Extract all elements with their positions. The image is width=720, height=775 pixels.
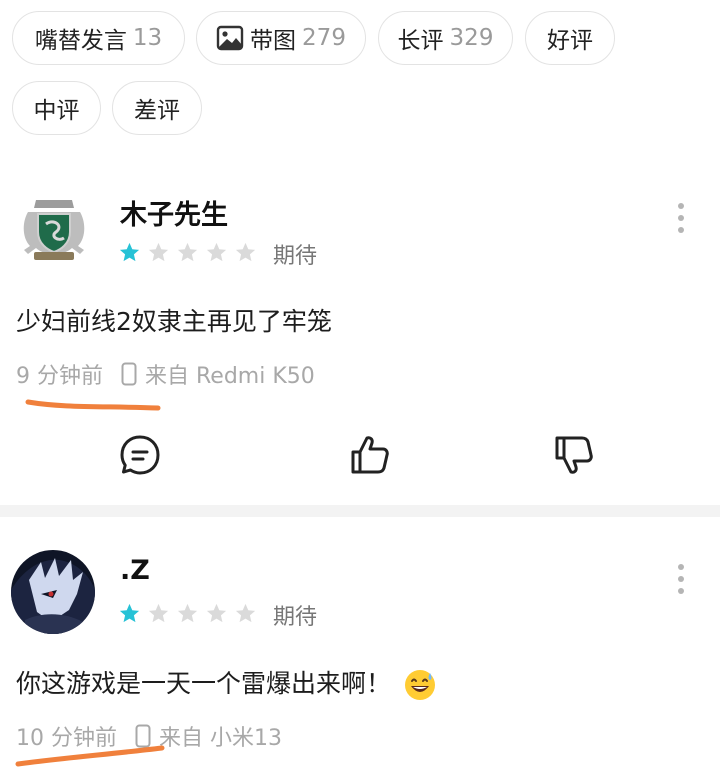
filter-chip-label: 长评 [397,28,444,54]
house-crest-avatar-icon [23,200,85,260]
filter-chip-label: 带图 [250,28,297,54]
filter-chip-neutral[interactable]: 中评 [12,81,101,135]
thumbs-down-icon [555,436,593,474]
device-label: 来自 小米13 [159,726,282,751]
username[interactable]: 木子先生 [120,193,228,232]
filter-chip-label: 好评 [547,28,593,54]
star-empty-icon [206,603,227,623]
review-meta: 9 分钟前 来自 Redmi K50 [16,358,315,390]
more-options-icon[interactable] [676,203,686,239]
filter-chip-label: 差评 [134,98,180,124]
handwritten-underline [25,399,161,411]
star-empty-icon [148,603,169,623]
filter-chip-label: 中评 [33,98,80,124]
star-empty-icon [235,603,256,623]
username[interactable]: .Z [120,555,150,586]
image-icon [216,25,244,51]
filter-chip-count: 13 [132,25,163,51]
filter-chip-long-review[interactable]: 长评 329 [378,11,513,65]
rating-label: 期待 [273,244,318,269]
phone-icon [121,362,137,386]
comment-icon [120,435,160,475]
star-empty-icon [235,242,256,262]
sweat-smile-emoji-icon [405,670,436,700]
filter-chip-count: 329 [449,25,494,51]
star-empty-icon [148,242,169,262]
filter-chip-with-images[interactable]: 带图 279 [196,11,366,65]
avatar[interactable] [11,550,95,634]
filter-chip-negative[interactable]: 差评 [112,81,202,135]
comment-button[interactable] [118,433,162,477]
more-options-icon[interactable] [676,564,686,600]
thumbs-up-icon [351,436,389,474]
star-filled-icon [119,603,140,623]
filter-chip-count: 279 [302,25,346,51]
review-content: 你这游戏是一天一个雷爆出来啊！ [16,664,437,702]
review-time: 9 分钟前 [16,364,103,389]
anime-character-avatar-icon [11,550,95,634]
filter-chip-mouthpiece[interactable]: 嘴替发言 13 [12,11,185,65]
handwritten-underline [15,745,165,767]
review-content: 少妇前线2奴隶主再见了牢笼 [16,307,332,336]
section-divider [0,505,720,517]
filter-chip-label: 嘴替发言 [34,28,127,54]
avatar[interactable] [14,188,94,268]
review-content-text: 你这游戏是一天一个雷爆出来啊！ [16,669,392,698]
filter-chip-positive[interactable]: 好评 [525,11,615,65]
device-label: 来自 Redmi K50 [145,364,315,389]
star-empty-icon [177,242,198,262]
review-device: 来自 Redmi K50 [121,358,315,390]
star-filled-icon [119,242,140,262]
rating-label: 期待 [273,605,318,630]
star-rating [118,241,257,264]
star-empty-icon [177,603,198,623]
dislike-button[interactable] [552,433,596,477]
like-button[interactable] [348,433,392,477]
star-rating [118,602,257,625]
star-empty-icon [206,242,227,262]
